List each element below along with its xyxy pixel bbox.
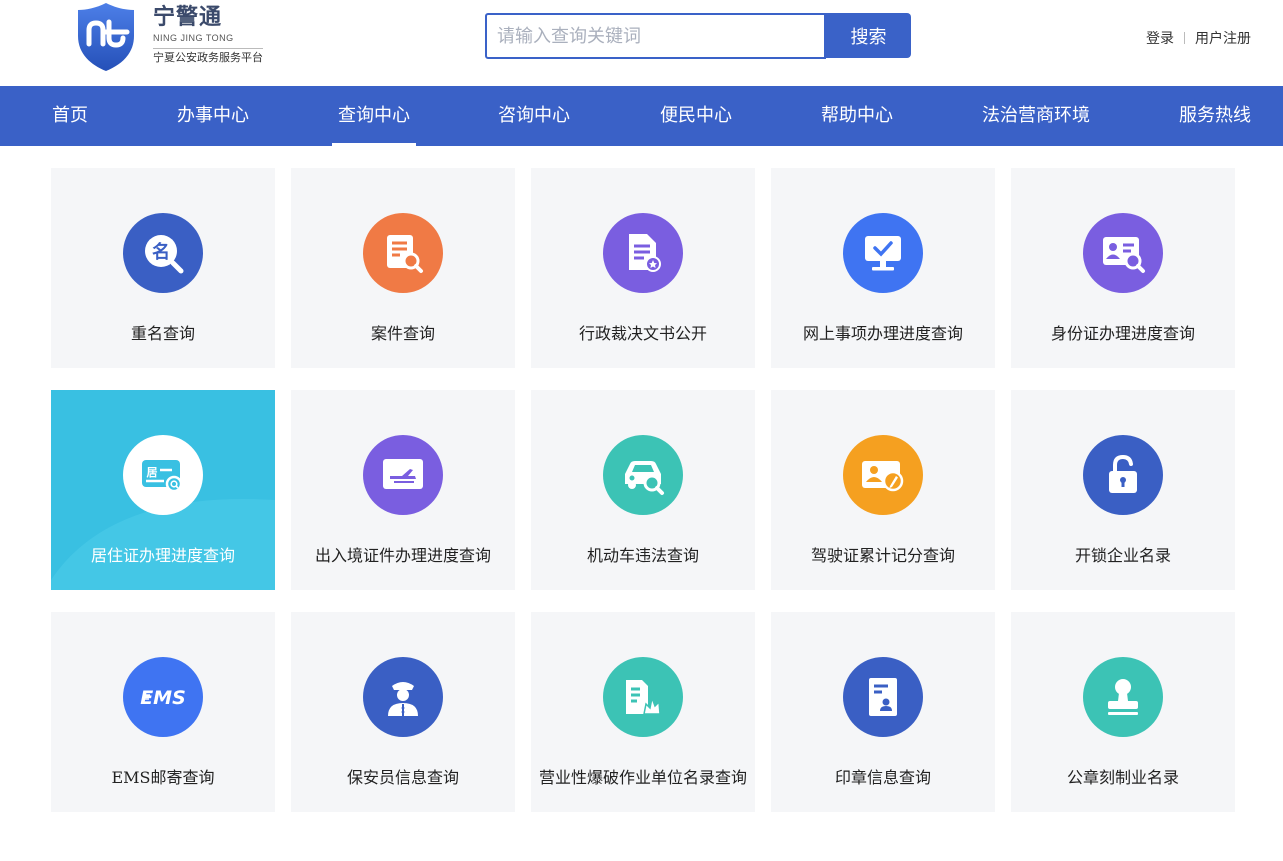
service-tile-ems[interactable]: EMS EMS邮寄查询: [51, 612, 275, 812]
service-tile-vehicle-violation[interactable]: 机动车违法查询: [531, 390, 755, 590]
auth-divider: [1184, 32, 1185, 44]
main-nav: 首页 办事中心 查询中心 咨询中心 便民中心 帮助中心 法治营商环境 服务热线: [0, 86, 1283, 146]
nav-item-business-environment[interactable]: 法治营商环境: [982, 86, 1090, 146]
logo-subtitle: 宁夏公安政务服务平台: [153, 48, 263, 65]
seal-document-icon: [869, 678, 897, 716]
service-tile-stamp-makers[interactable]: 公章刻制业名录: [1011, 612, 1235, 812]
stamp-icon: [1108, 679, 1138, 715]
tile-icon-bg: [363, 657, 443, 737]
tile-label: 公章刻制业名录: [1066, 768, 1179, 787]
tile-icon-bg: [1083, 213, 1163, 293]
nav-item-service-center[interactable]: 办事中心: [177, 86, 249, 146]
tile-label: 重名查询: [130, 324, 195, 343]
login-link[interactable]: 登录: [1146, 28, 1174, 48]
tile-label: 保安员信息查询: [346, 768, 459, 787]
service-tile-online-progress[interactable]: 网上事项办理进度查询: [771, 168, 995, 368]
car-search-icon: [625, 461, 664, 495]
tile-icon-bg: [843, 435, 923, 515]
service-tile-name-query[interactable]: 名 重名查询: [51, 168, 275, 368]
monitor-check-icon: [865, 236, 901, 271]
id-card-search-icon: [1103, 237, 1145, 273]
nav-item-query-center[interactable]: 查询中心: [332, 86, 416, 146]
service-tile-unlock-companies[interactable]: 开锁企业名录: [1011, 390, 1235, 590]
tile-icon-bg: [363, 213, 443, 293]
tile-icon-bg: [1083, 657, 1163, 737]
auth-links: 登录 用户注册: [1146, 28, 1251, 48]
search-input[interactable]: [485, 13, 826, 59]
nav-item-consult-center[interactable]: 咨询中心: [498, 86, 570, 146]
tile-label: 居住证办理进度查询: [90, 546, 235, 565]
service-tile-admin-ruling[interactable]: 行政裁决文书公开: [531, 168, 755, 368]
unlock-icon: [1109, 454, 1137, 493]
case-search-icon: [387, 235, 423, 273]
document-icon: [629, 234, 661, 272]
tile-icon-bg: [1083, 435, 1163, 515]
tile-label: 网上事项办理进度查询: [802, 324, 963, 343]
residence-card-icon: 居: [142, 460, 183, 493]
service-tile-exit-entry[interactable]: 出入境证件办理进度查询: [291, 390, 515, 590]
nav-item-help-center[interactable]: 帮助中心: [821, 86, 893, 146]
search-button[interactable]: 搜索: [826, 13, 911, 58]
tile-icon-bg: [603, 435, 683, 515]
logo[interactable]: 宁警通 NING JING TONG 宁夏公安政务服务平台: [76, 2, 263, 72]
tile-label: 开锁企业名录: [1074, 546, 1171, 565]
tile-icon-bg: [843, 657, 923, 737]
tile-label: 行政裁决文书公开: [578, 324, 707, 343]
service-tile-residence-permit[interactable]: 居 居住证办理进度查询: [51, 390, 275, 590]
logo-text: 宁警通 NING JING TONG 宁夏公安政务服务平台: [153, 4, 263, 65]
svg-text:名: 名: [152, 241, 170, 263]
tile-label: 营业性爆破作业单位名录查询: [538, 768, 747, 787]
name-search-icon: 名: [145, 235, 184, 274]
header: 宁警通 NING JING TONG 宁夏公安政务服务平台 搜索 登录 用户注册: [0, 0, 1283, 86]
tile-icon-bg: EMS: [123, 657, 203, 737]
logo-name: 宁警通: [153, 5, 223, 30]
tile-icon-bg: [603, 657, 683, 737]
service-tile-id-card-progress[interactable]: 身份证办理进度查询: [1011, 168, 1235, 368]
tile-label: EMS邮寄查询: [111, 768, 215, 787]
service-tile-blasting-units[interactable]: 营业性爆破作业单位名录查询: [531, 612, 755, 812]
security-guard-icon: [388, 682, 418, 716]
tile-icon-bg: [843, 213, 923, 293]
tile-label: 机动车违法查询: [586, 546, 699, 565]
nav-item-home[interactable]: 首页: [52, 86, 88, 146]
register-link[interactable]: 用户注册: [1195, 28, 1251, 48]
tile-icon-bg: 名: [123, 213, 203, 293]
nav-item-service-hotline[interactable]: 服务热线: [1179, 86, 1251, 146]
logo-pinyin: NING JING TONG: [153, 33, 234, 43]
service-tile-case-query[interactable]: 案件查询: [291, 168, 515, 368]
shield-logo-icon: [78, 3, 134, 71]
tile-label: 印章信息查询: [834, 768, 931, 787]
svg-text:居: 居: [147, 466, 158, 479]
tile-label: 案件查询: [370, 324, 435, 343]
explosion-building-icon: [626, 680, 661, 715]
service-tile-seal-info[interactable]: 印章信息查询: [771, 612, 995, 812]
svg-text:EMS: EMS: [140, 687, 186, 709]
license-pen-icon: [862, 461, 904, 492]
tile-label: 身份证办理进度查询: [1050, 324, 1195, 343]
service-tile-security-guard[interactable]: 保安员信息查询: [291, 612, 515, 812]
tile-icon-bg: [363, 435, 443, 515]
service-tile-license-points[interactable]: 驾驶证累计记分查询: [771, 390, 995, 590]
tile-icon-bg: 居: [123, 435, 203, 515]
airplane-card-icon: [383, 459, 423, 489]
tile-label: 驾驶证累计记分查询: [810, 546, 955, 565]
nav-item-convenience-center[interactable]: 便民中心: [660, 86, 732, 146]
tile-label: 出入境证件办理进度查询: [314, 546, 491, 565]
tile-icon-bg: [603, 213, 683, 293]
ems-icon: EMS: [140, 687, 186, 709]
search-bar: 搜索: [485, 13, 911, 59]
